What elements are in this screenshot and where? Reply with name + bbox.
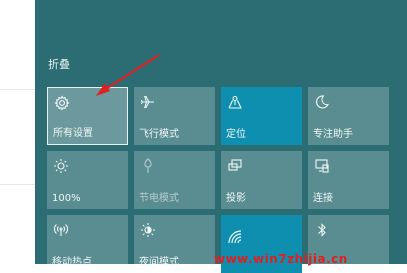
tile-label: 移动热点 [52, 257, 92, 268]
tile-label: 节电模式 [139, 193, 179, 204]
tile-connect[interactable]: 连接 [308, 151, 389, 209]
tile-label: 夜间模式 [139, 257, 179, 268]
night-light-icon [140, 222, 156, 238]
hotspot-icon [53, 222, 69, 238]
brightness-icon [53, 158, 69, 174]
tile-label: 100% [52, 193, 81, 204]
tile-label: 专注助手 [313, 129, 353, 140]
location-icon [227, 94, 243, 110]
tile-battery-saver[interactable]: 节电模式 [134, 151, 215, 209]
tile-label: 飞行模式 [139, 129, 179, 140]
background-window [0, 0, 35, 264]
tile-project[interactable]: 投影 [221, 151, 302, 209]
project-icon [227, 158, 243, 174]
tile-label: 所有设置 [53, 128, 93, 139]
tile-brightness[interactable]: 100% [47, 151, 128, 209]
moon-icon [314, 94, 330, 110]
divider-line [0, 184, 35, 185]
tile-label: 投影 [226, 193, 246, 204]
divider-line [0, 89, 35, 90]
connect-icon [314, 158, 330, 174]
gear-icon [54, 95, 70, 111]
tile-location[interactable]: 定位 [221, 87, 302, 145]
annotation-arrow-icon [96, 54, 160, 96]
tile-label: 定位 [226, 129, 246, 140]
tile-label: 连接 [313, 193, 333, 204]
tile-mobile-hotspot[interactable]: 移动热点 [47, 215, 128, 273]
tile-night-light[interactable]: 夜间模式 [134, 215, 215, 273]
action-center-panel: 折叠 所有设置 飞行模式 定位 专注助手 100% 节电模式 投影 连接 移动热… [35, 0, 407, 273]
tile-focus-assist[interactable]: 专注助手 [308, 87, 389, 145]
collapse-link[interactable]: 折叠 [48, 56, 70, 72]
wifi-icon [227, 229, 243, 245]
battery-saver-icon [140, 158, 156, 174]
bluetooth-icon [314, 222, 330, 238]
